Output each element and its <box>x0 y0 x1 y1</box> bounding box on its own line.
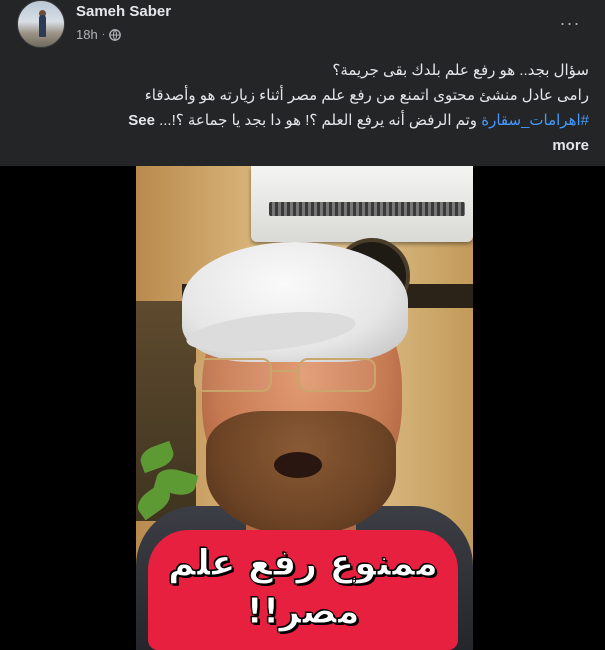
meta-separator: · <box>101 29 106 40</box>
see-more-link-part2[interactable]: more <box>16 133 589 158</box>
post-text-line-2: رامى عادل منشئ محتوى اتمنع من رفع علم مص… <box>144 87 589 104</box>
post-text-line-3: #اهرامات_سقارة وتم الرفض أنه يرفع العلم … <box>16 108 589 133</box>
person-mouth <box>274 452 322 478</box>
post-timestamp[interactable]: 18h <box>76 27 98 42</box>
glasses-right-lens <box>298 358 376 392</box>
video-frame[interactable]: ممنوع رفع علم مصر!! <box>136 166 473 650</box>
post-meta: 18h · <box>76 27 121 42</box>
post-text-line-3-rest: وتم الرفض أنه يرفع العلم ؟! هو دا بجد يا… <box>154 112 482 129</box>
post-header: Sameh Saber 18h · ··· <box>0 0 605 56</box>
glasses-left-lens <box>194 358 272 392</box>
see-more-link-part1[interactable]: See <box>128 112 155 129</box>
more-options-icon[interactable]: ··· <box>555 10 585 36</box>
video-caption: ممنوع رفع علم مصر!! <box>148 540 458 636</box>
author-name[interactable]: Sameh Saber <box>76 3 171 20</box>
video-caption-line-1: ممنوع رفع علم <box>168 543 439 585</box>
glasses-bridge <box>272 370 300 372</box>
video-caption-line-2: مصر!! <box>246 591 360 633</box>
post-media[interactable]: ممنوع رفع علم مصر!! <box>0 166 605 650</box>
air-conditioner-vent <box>269 202 465 216</box>
video-air-conditioner <box>251 166 473 242</box>
post-card: Sameh Saber 18h · ··· سؤال بجد.. هو رفع … <box>0 0 605 650</box>
post-text-line-1: سؤال بجد.. هو رفع علم بلدك بقى جريمة؟ <box>332 62 589 79</box>
hashtag-link[interactable]: #اهرامات_سقارة <box>481 112 589 129</box>
post-text: سؤال بجد.. هو رفع علم بلدك بقى جريمة؟ را… <box>0 58 605 158</box>
author-avatar[interactable] <box>17 0 65 48</box>
globe-icon[interactable] <box>109 28 121 41</box>
avatar-figure-body <box>39 15 46 37</box>
